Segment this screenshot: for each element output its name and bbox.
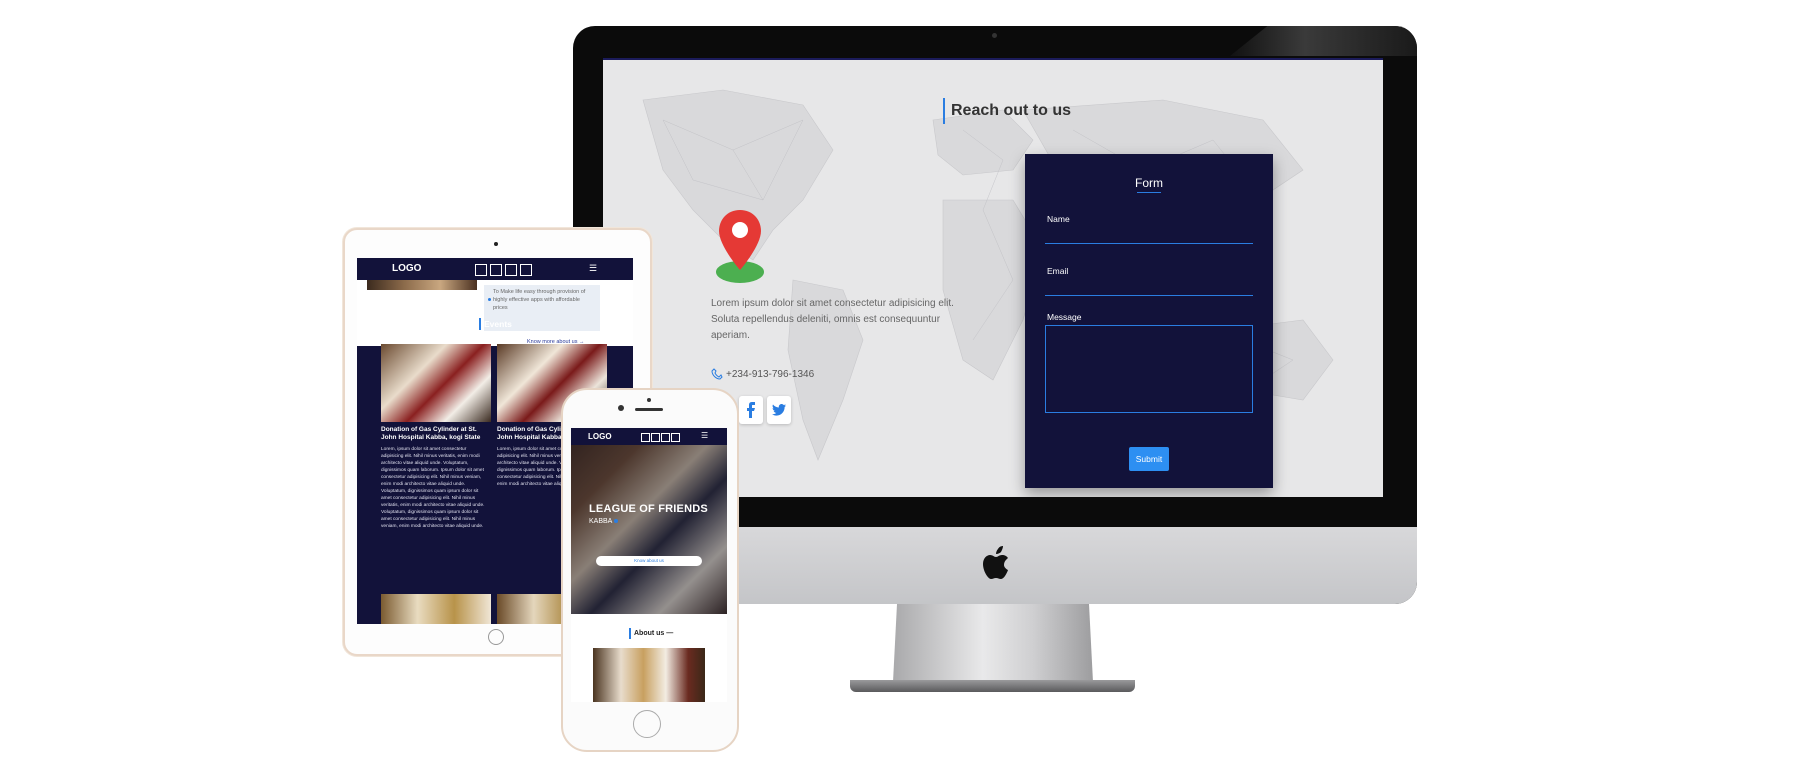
- event-text: Lorem, ipsum dolor sit amet consectetur …: [381, 447, 485, 529]
- hero-subtitle: KABBA: [589, 518, 618, 525]
- apple-logo-icon: [978, 543, 1016, 585]
- imac-stand-base: [850, 680, 1135, 692]
- twitter-button[interactable]: [767, 396, 791, 424]
- phone-icon: [711, 368, 723, 380]
- imac-stand-neck: [893, 604, 1093, 682]
- social-icon[interactable]: [520, 264, 532, 276]
- name-field[interactable]: [1045, 243, 1253, 244]
- social-icon[interactable]: [671, 433, 680, 442]
- iphone-sensor: [647, 398, 651, 402]
- phone-screen: LOGO ☰ LEAGUE OF FRIENDS KABBA Know abou…: [571, 428, 727, 702]
- ipad-home-button: [488, 629, 504, 645]
- hamburger-menu-icon[interactable]: ☰: [701, 431, 708, 440]
- social-icon[interactable]: [651, 433, 660, 442]
- contact-form: Form Name Email Message Submit: [1025, 154, 1273, 488]
- event-title: Donation of Gas Cylinder at St. John Hos…: [381, 426, 481, 441]
- events-title: Events: [479, 318, 512, 330]
- imac-camera: [992, 33, 997, 38]
- social-icon[interactable]: [505, 264, 517, 276]
- message-label: Message: [1047, 312, 1082, 322]
- about-photo: [367, 280, 477, 290]
- form-title: Form: [1135, 176, 1163, 190]
- social-icon[interactable]: [490, 264, 502, 276]
- about-text: To Make life easy through provision of h…: [493, 289, 586, 311]
- about-title: About us —: [629, 628, 673, 639]
- tablet-navbar: LOGO ☰: [357, 258, 633, 280]
- hero-button[interactable]: Know about us: [596, 556, 702, 566]
- location-pin-icon: [716, 210, 764, 283]
- logo[interactable]: LOGO: [392, 263, 421, 274]
- facebook-icon: [747, 402, 755, 418]
- phone-number: +234-913-796-1346: [726, 369, 815, 380]
- name-label: Name: [1047, 214, 1070, 224]
- logo[interactable]: LOGO: [588, 432, 612, 441]
- iphone-camera: [618, 405, 624, 411]
- ipad-camera: [494, 242, 498, 246]
- about-photo: [593, 648, 705, 702]
- social-icon[interactable]: [641, 433, 650, 442]
- social-icon[interactable]: [661, 433, 670, 442]
- twitter-icon: [772, 404, 786, 416]
- message-textarea[interactable]: [1045, 325, 1253, 413]
- iphone-home-button: [633, 710, 661, 738]
- phone-number-row[interactable]: +234-913-796-1346: [711, 368, 814, 382]
- facebook-button[interactable]: [739, 396, 763, 424]
- form-title-underline: [1137, 192, 1161, 193]
- hero-title: LEAGUE OF FRIENDS: [589, 503, 708, 515]
- hamburger-menu-icon[interactable]: ☰: [589, 263, 597, 274]
- email-field[interactable]: [1045, 295, 1253, 296]
- event-photo: [381, 594, 491, 624]
- submit-button[interactable]: Submit: [1129, 447, 1169, 471]
- iphone-speaker: [635, 408, 663, 411]
- bullet-icon: [488, 298, 491, 301]
- social-icon[interactable]: [475, 264, 487, 276]
- email-label: Email: [1047, 266, 1069, 276]
- contact-description: Lorem ipsum dolor sit amet consectetur a…: [711, 298, 954, 341]
- section-title: Reach out to us: [943, 98, 1071, 124]
- event-photo: [381, 344, 491, 422]
